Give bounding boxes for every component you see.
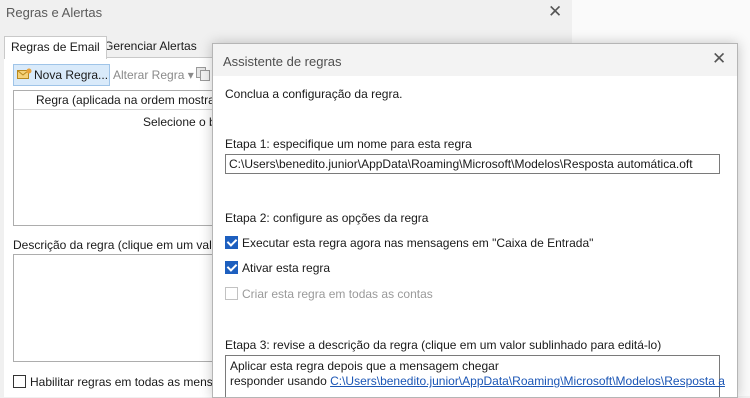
wizard-close-icon[interactable]: ✕ bbox=[712, 49, 726, 69]
tab-email-rules[interactable]: Regras de Email bbox=[4, 36, 107, 59]
new-rule-label: Nova Regra... bbox=[34, 68, 109, 82]
new-rule-icon bbox=[17, 68, 32, 79]
wizard-titlebar: Assistente de regras ✕ bbox=[213, 44, 737, 76]
rule-column-header: Regra (aplicada na ordem mostrad bbox=[36, 93, 222, 107]
wizard-title: Assistente de regras bbox=[223, 54, 342, 69]
description-prefix: responder usando bbox=[230, 374, 331, 388]
enable-rule-checkbox[interactable] bbox=[225, 261, 238, 274]
template-path-link[interactable]: C:\Users\benedito.junior\AppData\Roaming… bbox=[330, 374, 725, 388]
step2-label: Etapa 2: configure as opções da regra bbox=[225, 211, 429, 225]
run-now-option[interactable]: Executar esta regra agora nas mensagens … bbox=[225, 236, 593, 250]
run-now-label: Executar esta regra agora nas mensagens … bbox=[242, 236, 594, 250]
wizard-intro: Conclua a configuração da regra. bbox=[225, 87, 403, 101]
change-rule-label: Alterar Regra bbox=[113, 68, 185, 82]
rules-alerts-close-icon[interactable]: ✕ bbox=[548, 2, 562, 22]
step3-label: Etapa 3: revise a descrição da regra (cl… bbox=[225, 338, 662, 352]
enable-rule-option[interactable]: Ativar esta regra bbox=[225, 261, 330, 275]
enable-rule-label: Ativar esta regra bbox=[242, 261, 331, 275]
all-accounts-checkbox bbox=[225, 287, 238, 300]
change-rule-button[interactable]: Alterar Regra ▾ bbox=[113, 68, 194, 82]
wizard-body: Conclua a configuração da regra. Etapa 1… bbox=[213, 76, 737, 397]
rules-wizard-dialog: Assistente de regras ✕ Conclua a configu… bbox=[212, 43, 738, 398]
rule-name-input[interactable]: C:\Users\benedito.junior\AppData\Roaming… bbox=[225, 154, 720, 174]
rule-description-label: Descrição da regra (clique em um valor bbox=[13, 238, 223, 252]
new-rule-button[interactable]: Nova Regra... bbox=[13, 64, 110, 86]
rule-list[interactable]: Regra (aplicada na ordem mostrad Selecio… bbox=[13, 90, 225, 226]
copy-icon[interactable] bbox=[195, 66, 211, 81]
description-line1: Aplicar esta regra depois que a mensagem… bbox=[230, 359, 499, 373]
enable-all-label: Habilitar regras em todas as mensag bbox=[30, 375, 227, 389]
rules-alerts-title: Regras e Alertas bbox=[6, 5, 103, 20]
all-accounts-option: Criar esta regra em todas as contas bbox=[225, 287, 433, 301]
description-line2: responder usando C:\Users\benedito.junio… bbox=[230, 374, 725, 388]
rule-list-empty-text: Selecione o bo bbox=[143, 115, 223, 129]
rule-list-header: Regra (aplicada na ordem mostrad bbox=[14, 91, 224, 110]
rule-name-value: C:\Users\benedito.junior\AppData\Roaming… bbox=[229, 157, 693, 171]
rule-description-box[interactable] bbox=[13, 254, 225, 362]
all-accounts-label: Criar esta regra em todas as contas bbox=[242, 287, 433, 301]
step1-label: Etapa 1: especifique um nome para esta r… bbox=[225, 137, 472, 151]
tab-manage-alerts[interactable]: Gerenciar Alertas bbox=[98, 36, 203, 58]
enable-all-rules-option[interactable]: Habilitar regras em todas as mensag bbox=[13, 375, 226, 389]
enable-all-checkbox[interactable] bbox=[13, 375, 26, 388]
run-now-checkbox[interactable] bbox=[225, 236, 238, 249]
chevron-down-icon: ▾ bbox=[187, 68, 194, 82]
rule-description-editor[interactable]: Aplicar esta regra depois que a mensagem… bbox=[225, 355, 725, 397]
